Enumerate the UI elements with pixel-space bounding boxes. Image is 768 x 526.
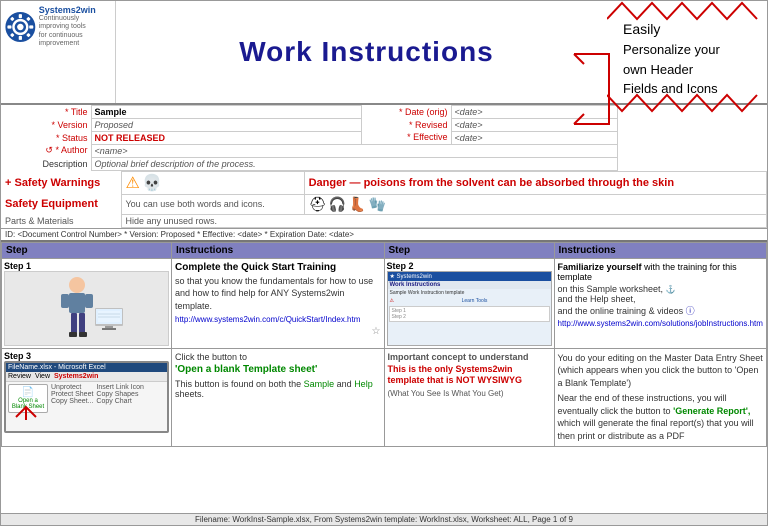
- step2-instructions-cell: Familiarize yourself with the training f…: [554, 258, 767, 348]
- danger-text-cell: Danger — poisons from the solvent can be…: [304, 171, 766, 194]
- instructions-col-header-1: Instructions: [172, 242, 385, 258]
- step2-familiarize: Familiarize yourself with the training f…: [558, 262, 764, 282]
- step3-label: Step 3: [4, 351, 169, 361]
- step1-text: so that you know the fundamentals for ho…: [175, 275, 381, 313]
- safety-equipment-cell: Safety Equipment: [1, 194, 121, 214]
- important-concept-label: Important concept to understand: [388, 352, 551, 362]
- step2-video-ref: and the online training & videos ⓘ: [558, 304, 764, 317]
- parts-value-cell: Hide any unused rows.: [121, 214, 767, 227]
- info-icon: ⓘ: [686, 306, 695, 316]
- safety-warnings-label: + Safety Warnings: [5, 177, 100, 189]
- author-value: <name>: [91, 144, 617, 157]
- description-value: Optional brief description of the proces…: [91, 157, 617, 170]
- title-area: Work Instructions: [116, 1, 617, 103]
- step1-worker-image: [4, 271, 169, 346]
- danger-text: Danger — poisons from the solvent can be…: [309, 177, 675, 189]
- logo-tagline: Continuously improving tools for continu…: [39, 15, 111, 49]
- step3-open-blank-label: 'Open a blank Template sheet': [175, 364, 381, 375]
- step-col-header-1: Step: [2, 242, 172, 258]
- step3-found-on: This button is found on both the Sample …: [175, 379, 381, 399]
- glove-icon: 🧤: [369, 196, 386, 212]
- step1-instructions-cell: Complete the Quick Start Training so tha…: [172, 258, 385, 348]
- headphones-icon: 🎧: [329, 196, 346, 212]
- warning-triangle-icon: ⚠: [126, 175, 140, 192]
- wysiwyg-explanation: (What You See Is What You Get): [388, 389, 551, 398]
- step2-sample-ref: on this Sample worksheet, ⚓: [558, 284, 764, 294]
- step4-right-cell: You do your editing on the Master Data E…: [554, 348, 767, 446]
- effective-value: <date>: [451, 131, 617, 144]
- step1-link[interactable]: http://www.systems2win.com/c/QuickStart/…: [175, 315, 381, 324]
- id-bar: ID: <Document Control Number> * Version:…: [1, 228, 767, 242]
- step1-cell: Step 1: [2, 258, 172, 348]
- step1-star-icon: ☆: [175, 326, 381, 337]
- boot-icon: 👢: [349, 196, 366, 212]
- wysiwyg-main-text: This is the only Systems2win template th…: [388, 364, 551, 387]
- step2-screenshot: ★ Systems2win Work Instructions Sample W…: [387, 271, 552, 346]
- safety-table: + Safety Warnings ⚠ 💀 Danger — poisons f…: [1, 171, 767, 228]
- worker-svg: [47, 273, 127, 343]
- filename-bar: Filename: WorkInst-Sample.xlsx, From Sys…: [1, 513, 767, 525]
- status-label: * Status: [1, 131, 91, 144]
- date-label: * Date (orig): [361, 105, 451, 118]
- step3-click-instruction: Click the button to: [175, 352, 381, 362]
- zigzag-top-icon: [607, 1, 767, 21]
- personalize-area: Easily Personalize your own Header Field…: [617, 1, 767, 103]
- form-table: * Title Sample * Date (orig) <date> * Ve…: [1, 105, 767, 171]
- step2-label: Step 2: [387, 261, 552, 271]
- hard-hat-icon: ⛑: [309, 196, 327, 212]
- page-wrapper: Systems2win Continuously improving tools…: [0, 0, 768, 526]
- step2-cell: Step 2 ★ Systems2win Work Instructions S…: [384, 258, 554, 348]
- generate-report-label: 'Generate Report',: [673, 406, 750, 416]
- version-label: * Version: [1, 118, 91, 131]
- step4-left-cell: Important concept to understand This is …: [384, 348, 554, 446]
- safety-icons-cell: ⚠ 💀: [121, 171, 304, 194]
- version-value: Proposed: [91, 118, 361, 131]
- status-value: NOT RELEASED: [91, 131, 361, 144]
- logo-name: Systems2win: [39, 5, 111, 15]
- safety-equipment-label: Safety Equipment: [5, 198, 98, 210]
- step3-cell: Step 3 FileName.xlsx - Microsoft Excel R…: [2, 348, 172, 446]
- skull-icon: 💀: [142, 175, 162, 192]
- step1-label: Step 1: [4, 261, 169, 271]
- master-data-text: You do your editing on the Master Data E…: [558, 352, 764, 390]
- step1-title: Complete the Quick Start Training: [175, 262, 381, 273]
- instructions-col-header-2: Instructions: [554, 242, 767, 258]
- safety-equipment-icons-cell: ⛑ 🎧 👢 🧤: [304, 194, 766, 214]
- step3-excel-mock: FileName.xlsx - Microsoft Excel ReviewVi…: [4, 361, 169, 433]
- step2-link[interactable]: http://www.systems2win.com/solutions/job…: [558, 319, 764, 328]
- near-end-text: Near the end of these instructions, you …: [558, 392, 764, 442]
- right-arrow-icon: [569, 49, 619, 129]
- zigzag-bottom-icon: [607, 93, 767, 113]
- main-title: Work Instructions: [239, 36, 494, 68]
- step3-instructions-cell: Click the button to 'Open a blank Templa…: [172, 348, 385, 446]
- content-table: Step Instructions Step Instructions Step…: [1, 242, 767, 447]
- anchor-1-icon: ⚓: [666, 285, 676, 294]
- step2-help-ref: and the Help sheet,: [558, 294, 764, 304]
- effective-label: * Effective: [361, 131, 451, 144]
- logo-area: Systems2win Continuously improving tools…: [1, 1, 116, 103]
- red-arrow-icon: [11, 405, 41, 420]
- parts-label-cell: Parts & Materials: [1, 214, 121, 227]
- author-label: ↺ * Author: [1, 144, 91, 157]
- logo-icon: [5, 8, 36, 46]
- safety-warnings-cell: + Safety Warnings: [1, 171, 121, 194]
- description-label: Description: [1, 157, 91, 170]
- step-col-header-2: Step: [384, 242, 554, 258]
- revised-label: * Revised: [361, 118, 451, 131]
- title-value: Sample: [91, 105, 361, 118]
- title-label: * Title: [1, 105, 91, 118]
- both-words-cell: You can use both words and icons.: [121, 194, 304, 214]
